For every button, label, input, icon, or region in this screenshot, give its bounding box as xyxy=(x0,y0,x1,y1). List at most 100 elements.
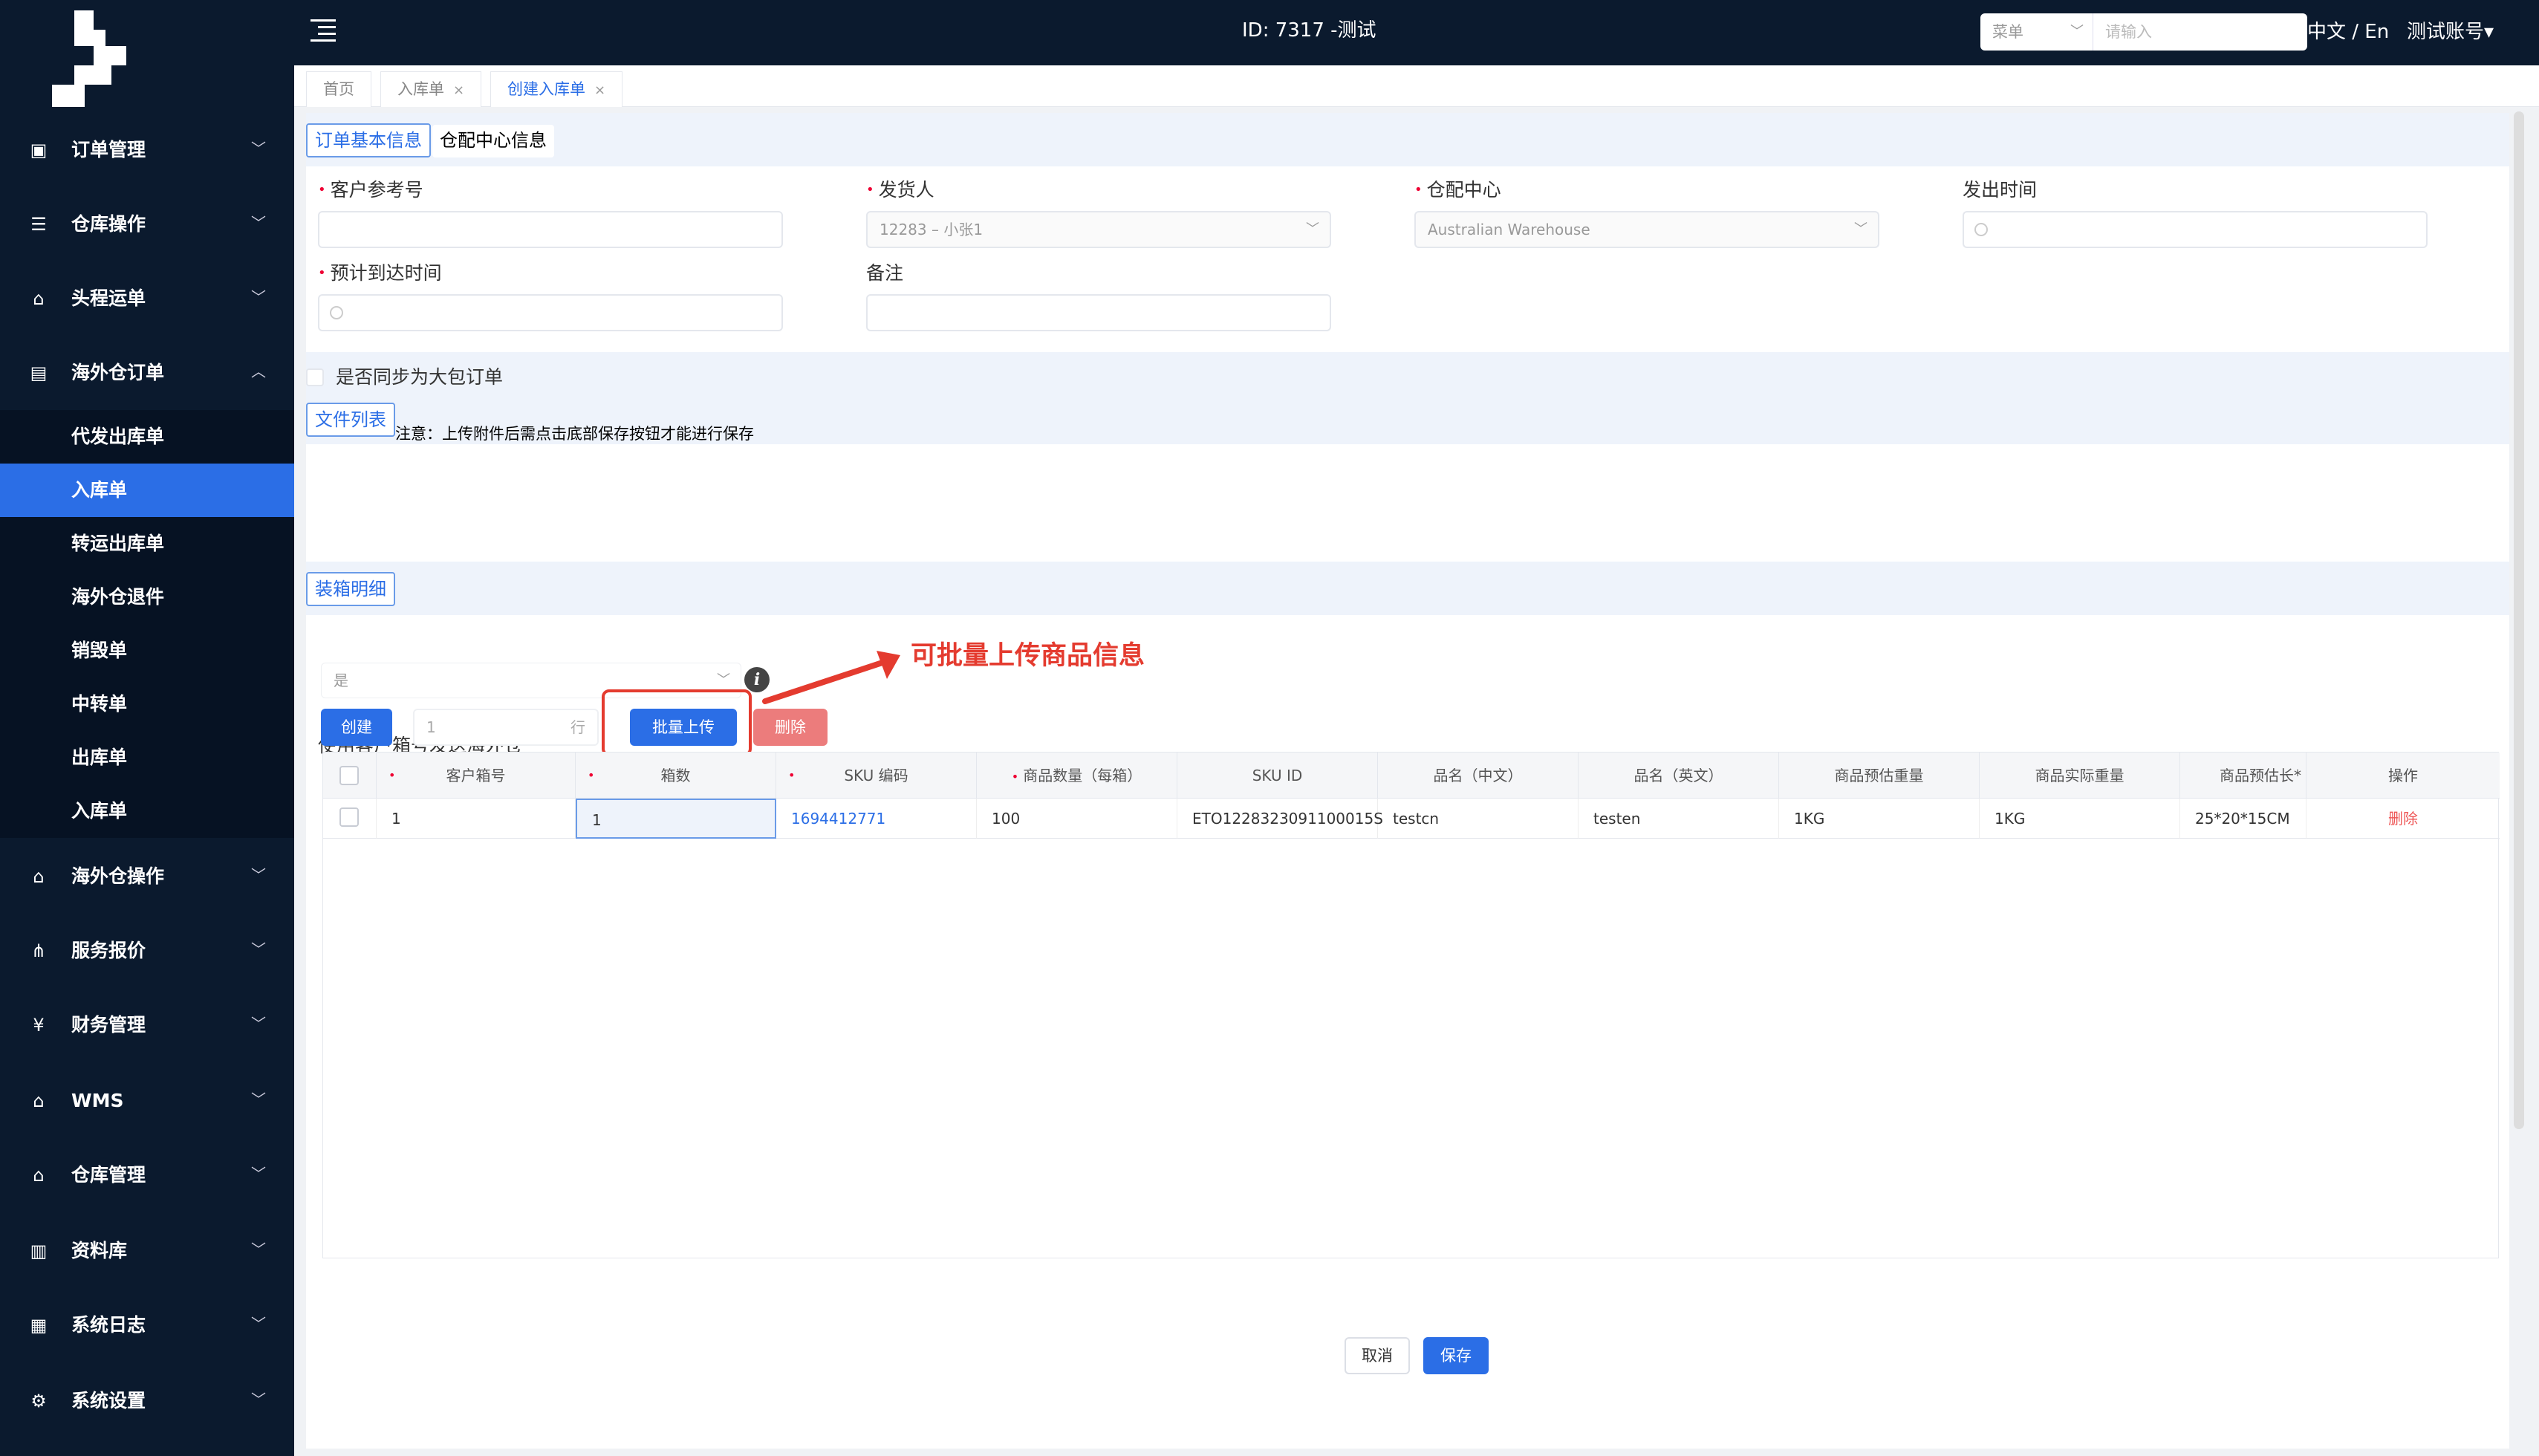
nav-pricing[interactable]: ⋔ 服务报价 ﹀ xyxy=(0,914,294,988)
annotation-highlight-box xyxy=(602,689,752,756)
tab-basic-info[interactable]: 订单基本信息 xyxy=(306,123,431,157)
nav-library[interactable]: ▥ 资料库 ﹀ xyxy=(0,1214,294,1288)
clock-icon xyxy=(1974,223,1988,236)
sync-label: 是否同步为大包订单 xyxy=(336,366,504,388)
tab-create-inbound[interactable]: 创建入库单 × xyxy=(490,71,623,107)
select-all-checkbox[interactable] xyxy=(339,766,359,785)
logo xyxy=(52,10,126,107)
row-delete-link[interactable]: 删除 xyxy=(2306,799,2500,839)
document-icon: ▤ xyxy=(30,363,48,383)
house-icon: ⌂ xyxy=(33,866,45,887)
col-name-en: 品名（英文） xyxy=(1579,753,1779,799)
col-actual-weight: 商品实际重量 xyxy=(1980,753,2180,799)
col-boxes: • 箱数 xyxy=(576,753,776,799)
sub-item-inbound[interactable]: 入库单 xyxy=(0,784,294,838)
sub-item-inbound-active[interactable]: 入库单 xyxy=(0,464,294,517)
chevron-down-icon: ﹀ xyxy=(251,1015,266,1033)
clipboard-icon: ▣ xyxy=(30,140,48,160)
nav-first-leg[interactable]: ⌂ 头程运单 ﹀ xyxy=(0,261,294,336)
chevron-down-icon: ﹀ xyxy=(251,940,266,958)
nav-finance[interactable]: ¥ 财务管理 ﹀ xyxy=(0,988,294,1062)
close-icon[interactable]: × xyxy=(594,82,605,98)
lock-icon: ⌂ xyxy=(33,288,45,309)
tab-packing[interactable]: 装箱明细 xyxy=(306,572,395,606)
cell-sku-link[interactable]: 1694412771 xyxy=(776,799,977,839)
sub-item-destroy[interactable]: 销毁单 xyxy=(0,624,294,677)
upload-note: 注意：上传附件后需点击底部保存按钮才能进行保存 xyxy=(395,425,754,443)
tab-inbound[interactable]: 入库单 × xyxy=(380,71,482,107)
chevron-down-icon: ﹀ xyxy=(251,866,266,884)
tab-file-list[interactable]: 文件列表 xyxy=(306,403,395,437)
cell-no: 1 xyxy=(377,799,576,839)
send-time-picker[interactable] xyxy=(1963,211,2428,248)
sub-item-dispatch-out[interactable]: 代发出库单 xyxy=(0,410,294,464)
annotation-arrow-icon xyxy=(762,651,900,704)
chevron-down-icon: ﹀ xyxy=(251,1241,266,1258)
sidebar: ▣ 订单管理 ﹀ ☰ 仓库操作 ﹀ ⌂ 头程运单 ﹀ ▤ 海外仓订单 ︿ 代发出… xyxy=(0,0,294,1456)
chevron-down-icon: ﹀ xyxy=(251,1165,266,1183)
calendar-icon: ▦ xyxy=(30,1315,48,1336)
yen-icon: ¥ xyxy=(33,1015,45,1036)
cell-boxes-input[interactable]: 1 xyxy=(576,799,776,839)
scrollbar[interactable] xyxy=(2514,111,2524,1129)
create-button[interactable]: 创建 xyxy=(321,709,392,746)
cancel-button[interactable]: 取消 xyxy=(1345,1337,1410,1374)
delete-button[interactable]: 删除 xyxy=(753,709,828,746)
center-select[interactable]: Australian Warehouse ﹀ xyxy=(1414,211,1879,248)
nav-overseas-orders[interactable]: ▤ 海外仓订单 ︿ xyxy=(0,336,294,410)
sub-item-returns[interactable]: 海外仓退件 xyxy=(0,571,294,624)
chevron-down-icon: ﹀ xyxy=(251,1091,266,1108)
col-quantity: • 商品数量（每箱） xyxy=(977,753,1177,799)
close-icon[interactable]: × xyxy=(453,82,464,98)
annotation-text: 可批量上传商品信息 xyxy=(911,641,1145,671)
packing-table: • 客户箱号 • 箱数 • SKU 编码 • 商品数量（每箱） SKU ID 品名（中文… xyxy=(322,752,2500,1258)
sync-checkbox[interactable] xyxy=(306,368,324,386)
col-sku-id: SKU ID xyxy=(1177,753,1378,799)
tab-home[interactable]: 首页 xyxy=(306,71,371,107)
save-button[interactable]: 保存 xyxy=(1423,1337,1489,1374)
customer-ref-input[interactable] xyxy=(318,211,783,248)
network-icon: ⋔ xyxy=(30,940,47,961)
tab-center-info[interactable]: 仓配中心信息 xyxy=(432,125,554,157)
eta-picker[interactable] xyxy=(318,294,783,331)
cell-sku-id: ETO1228323091100015S xyxy=(1177,799,1383,839)
nav-order-management[interactable]: ▣ 订单管理 ﹀ xyxy=(0,113,294,187)
col-dims: 商品预估长* xyxy=(2180,753,2306,799)
rows-input[interactable]: 1行 xyxy=(413,709,599,746)
menu-select[interactable]: 菜单 ﹀ xyxy=(1980,13,2093,51)
sub-item-transit[interactable]: 中转单 xyxy=(0,677,294,731)
col-action: 操作 xyxy=(2306,753,2500,799)
center-label: • 仓配中心 xyxy=(1414,179,1501,201)
eta-label: • 预计到达时间 xyxy=(318,262,442,284)
menu-toggle-icon[interactable] xyxy=(311,19,336,42)
cell-name-en: testen xyxy=(1579,799,1779,839)
col-est-weight: 商品预估重量 xyxy=(1779,753,1980,799)
sub-item-outbound[interactable]: 出库单 xyxy=(0,731,294,784)
language-switch[interactable]: 中文 / En xyxy=(2307,19,2389,45)
cell-name-cn: testcn xyxy=(1378,799,1579,839)
nav-settings[interactable]: ⚙ 系统设置 ﹀ xyxy=(0,1364,294,1438)
search-input[interactable]: 请输入 xyxy=(2105,13,2152,51)
nav-wms[interactable]: ⌂ WMS ﹀ xyxy=(0,1064,294,1138)
row-select xyxy=(323,799,377,839)
remark-input[interactable] xyxy=(866,294,1331,331)
remark-label: 备注 xyxy=(866,262,904,284)
nav-system-log[interactable]: ▦ 系统日志 ﹀ xyxy=(0,1288,294,1362)
clock-icon xyxy=(330,306,343,319)
nav-warehouse-ops[interactable]: ☰ 仓库操作 ﹀ xyxy=(0,187,294,261)
chevron-down-icon: ﹀ xyxy=(251,214,266,232)
settings-icon: ⚙ xyxy=(30,1391,47,1411)
sub-item-transfer-out[interactable]: 转运出库单 xyxy=(0,517,294,571)
row-checkbox[interactable] xyxy=(339,807,359,827)
warehouse-icon: ⌂ xyxy=(33,1165,45,1186)
nav-overseas-ops[interactable]: ⌂ 海外仓操作 ﹀ xyxy=(0,839,294,914)
grid-icon: ▥ xyxy=(30,1241,48,1261)
chevron-down-icon: ﹀ xyxy=(251,140,266,157)
cell-actual-weight: 1KG xyxy=(1980,799,2180,839)
nav-warehouse-mgmt[interactable]: ⌂ 仓库管理 ﹀ xyxy=(0,1138,294,1212)
home-icon: ⌂ xyxy=(33,1091,45,1111)
menu-search: 菜单 ﹀ 请输入 xyxy=(1980,13,2307,51)
header-select xyxy=(323,753,377,799)
account-menu[interactable]: 测试账号▾ xyxy=(2407,19,2494,45)
shipper-select[interactable]: 12283 – 小张1 ﹀ xyxy=(866,211,1331,248)
